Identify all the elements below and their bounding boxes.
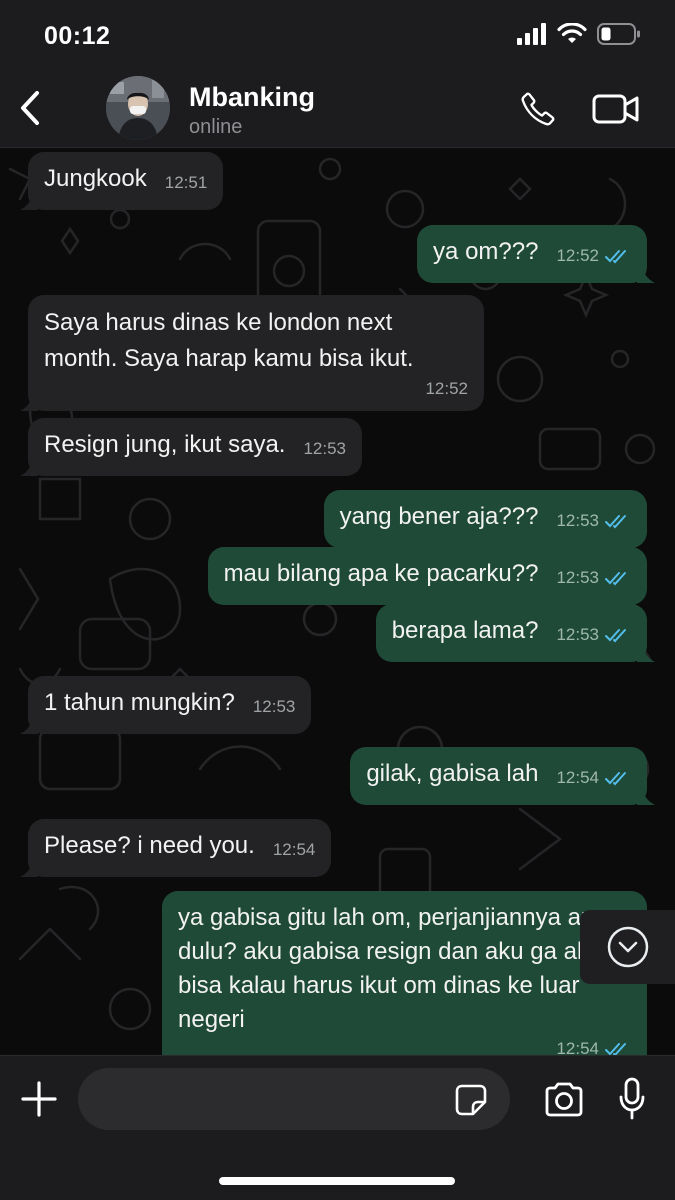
read-ticks-icon (605, 572, 626, 586)
message-meta: 12:53 (556, 561, 631, 595)
video-call-button[interactable] (592, 88, 640, 130)
message-time: 12:51 (164, 173, 208, 192)
chat-header: Mbanking online (0, 70, 675, 148)
video-camera-icon (592, 94, 639, 124)
voice-call-button[interactable] (514, 88, 562, 130)
read-ticks-icon (605, 629, 626, 643)
contact-status: online (189, 116, 243, 138)
phone-icon (521, 92, 555, 126)
message-text: Jungkook (44, 165, 147, 192)
message-outgoing[interactable]: ya om??? 12:52 (417, 225, 655, 283)
sticker-button[interactable] (451, 1080, 491, 1120)
message-meta: 12:54 (556, 761, 631, 795)
wifi-icon (557, 21, 587, 50)
message-time: 12:53 (252, 697, 296, 716)
message-meta: 12:53 (303, 432, 346, 466)
chevron-left-icon (21, 91, 39, 125)
avatar[interactable] (106, 76, 170, 140)
plus-icon (21, 1081, 57, 1117)
message-outgoing[interactable]: ya gabisa gitu lah om, perjanjiannya apa… (162, 891, 647, 1055)
status-bar: 00:12 (0, 0, 675, 70)
message-time: 12:53 (556, 511, 599, 530)
sticker-icon (455, 1084, 487, 1116)
message-text: yang bener aja??? (339, 503, 539, 530)
battery-icon (597, 22, 641, 51)
message-text: mau bilang apa ke pacarku?? (223, 560, 539, 587)
read-ticks-icon (605, 1043, 626, 1055)
message-meta: 12:54 (273, 833, 316, 867)
message-text: Resign jung, ikut saya. (44, 431, 286, 458)
message-meta: 12:54 (178, 1037, 631, 1055)
microphone-icon (619, 1077, 645, 1120)
message-time: 12:54 (272, 840, 316, 859)
status-icons (517, 21, 641, 51)
message-incoming[interactable]: 1 tahun mungkin? 12:53 (20, 676, 312, 734)
message-incoming[interactable]: Resign jung, ikut saya. 12:53 (20, 418, 363, 476)
message-time: 12:53 (556, 568, 599, 587)
message-time: 12:53 (556, 625, 599, 644)
read-ticks-icon (605, 250, 626, 264)
message-text: Saya harus dinas ke london next month. S… (44, 309, 414, 372)
back-button[interactable] (14, 88, 46, 128)
message-text: gilak, gabisa lah (366, 760, 539, 787)
message-text: 1 tahun mungkin? (44, 689, 235, 716)
message-incoming[interactable]: Please? i need you. 12:54 (20, 819, 332, 877)
message-time: 12:53 (303, 439, 347, 458)
contact-name[interactable]: Mbanking (189, 82, 315, 113)
message-text: ya gabisa gitu lah om, perjanjiannya apa… (178, 904, 616, 1033)
message-meta: 12:53 (556, 618, 631, 652)
read-ticks-icon (605, 515, 626, 529)
message-incoming[interactable]: Jungkook 12:51 (20, 152, 224, 210)
message-text: ya om??? (433, 238, 539, 265)
camera-button[interactable] (540, 1078, 588, 1122)
message-outgoing[interactable]: yang bener aja??? 12:53 (323, 490, 647, 548)
message-meta: 12:52 (556, 239, 631, 273)
message-time: 12:54 (556, 1039, 599, 1055)
voice-message-button[interactable] (612, 1074, 652, 1124)
message-outgoing[interactable]: berapa lama? 12:53 (375, 604, 655, 662)
message-meta: 12:52 (44, 377, 468, 401)
message-text: Please? i need you. (44, 832, 255, 859)
message-meta: 12:53 (253, 690, 296, 724)
message-time: 12:52 (425, 379, 468, 398)
message-incoming[interactable]: Saya harus dinas ke london next month. S… (20, 295, 484, 411)
home-indicator (219, 1177, 455, 1185)
message-text: berapa lama? (391, 617, 539, 644)
message-time: 12:52 (556, 246, 599, 265)
message-time: 12:54 (556, 768, 599, 787)
status-time: 00:12 (44, 22, 111, 50)
message-meta: 12:51 (165, 166, 208, 200)
input-bar (0, 1055, 675, 1200)
chat-area[interactable]: Jungkook 12:51 ya om??? 12:52 Saya harus d… (0, 149, 675, 1055)
read-ticks-icon (605, 772, 626, 786)
chevron-down-circle-icon (607, 926, 648, 968)
message-input[interactable] (78, 1068, 510, 1130)
message-meta: 12:53 (556, 504, 631, 538)
attach-button[interactable] (18, 1078, 60, 1120)
message-outgoing[interactable]: mau bilang apa ke pacarku?? 12:53 (207, 547, 647, 605)
signal-icon (517, 22, 547, 50)
message-outgoing[interactable]: gilak, gabisa lah 12:54 (350, 747, 655, 805)
camera-icon (545, 1082, 583, 1117)
scroll-to-bottom-button[interactable] (580, 910, 675, 984)
